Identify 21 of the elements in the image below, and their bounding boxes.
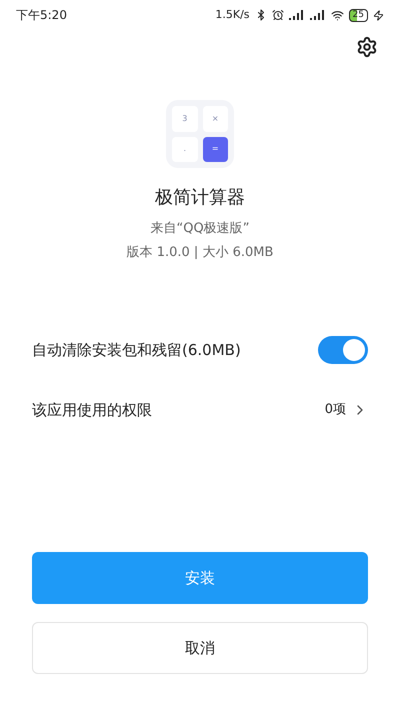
toggle-switch[interactable] [318, 336, 368, 364]
status-time: 下午5:20 [16, 7, 67, 24]
wifi-icon [330, 8, 344, 22]
setting-label: 该应用使用的权限 [32, 400, 152, 421]
signal-icon [288, 10, 305, 20]
key-label: . [172, 136, 198, 162]
alarm-icon [272, 9, 284, 21]
permission-count: 0项 [324, 401, 346, 420]
app-name: 极简计算器 [155, 186, 245, 210]
key-label: = [202, 136, 228, 162]
settings-icon [356, 36, 378, 58]
settings-button[interactable] [356, 36, 378, 58]
app-source: 来自“QQ极速版” [150, 220, 250, 238]
network-speed: 1.5K/s [215, 6, 250, 23]
key-label: × [202, 106, 228, 132]
charging-icon [373, 10, 384, 20]
setting-label: 自动清除安装包和残留(6.0MB) [32, 340, 241, 361]
cancel-button[interactable]: 取消 [32, 622, 368, 674]
key-label: 3 [172, 106, 198, 132]
app-info: 版本 1.0.0 | 大小 6.0MB [126, 244, 274, 262]
signal-icon [310, 10, 326, 20]
